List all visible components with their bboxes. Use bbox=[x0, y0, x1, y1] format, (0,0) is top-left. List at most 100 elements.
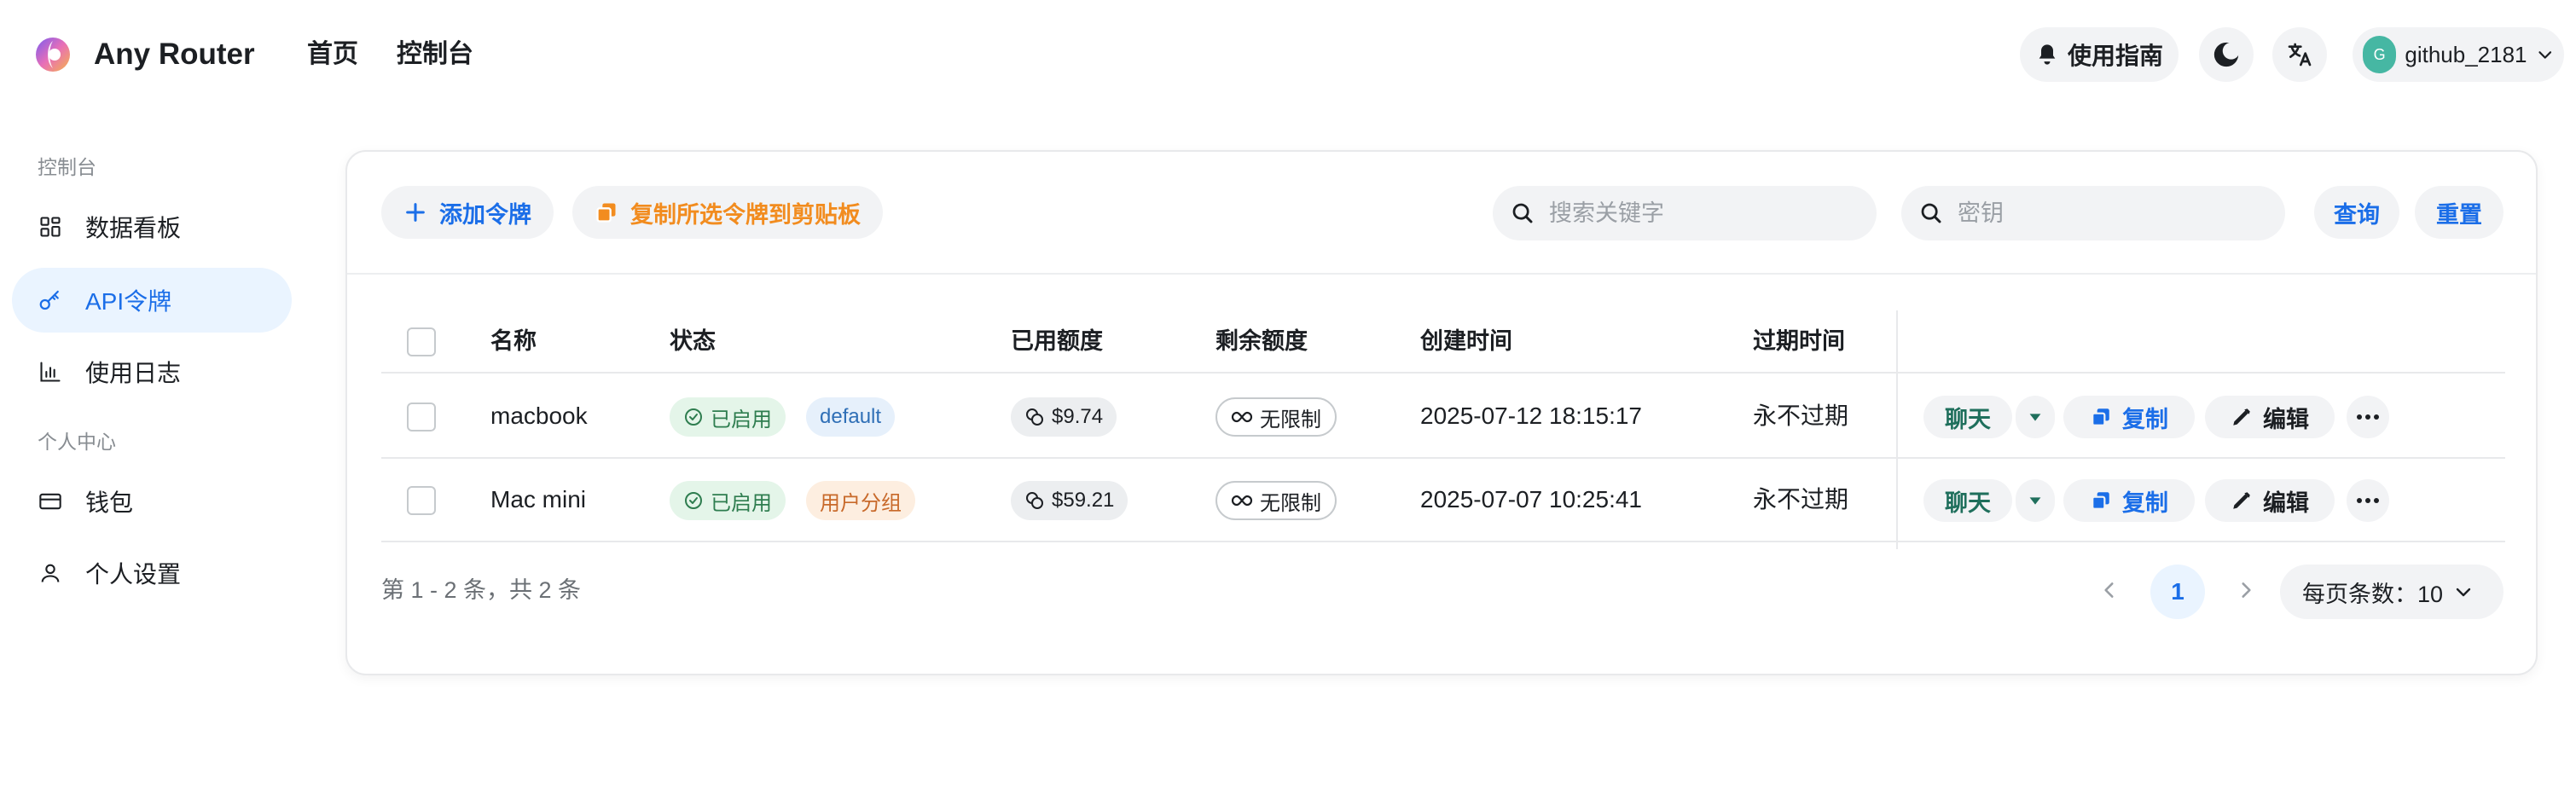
chat-button[interactable]: 聊天 bbox=[1923, 396, 2012, 438]
used-quota-badge: $9.74 bbox=[1011, 397, 1117, 437]
wallet-icon bbox=[38, 489, 63, 514]
chevron-left-icon bbox=[2104, 582, 2114, 598]
table-row: Mac mini 已启用 用户分组 $59.21 无限制 2025-07-07 … bbox=[381, 459, 2505, 542]
remaining-quota-badge: 无限制 bbox=[1215, 481, 1337, 520]
pagination-summary: 第 1 - 2 条，共 2 条 bbox=[381, 577, 582, 603]
copy-selected-label: 复制所选令牌到剪贴板 bbox=[630, 201, 861, 228]
copy-label: 复制 bbox=[2122, 489, 2168, 516]
sidebar-item-label: 钱包 bbox=[85, 489, 134, 516]
status-label: 已启用 bbox=[711, 408, 772, 431]
page-size-select[interactable]: 每页条数：10 bbox=[2280, 565, 2503, 619]
prev-page-button[interactable] bbox=[2092, 570, 2126, 611]
sidebar-item-api-tokens[interactable]: API令牌 bbox=[12, 268, 292, 333]
add-token-label: 添加令牌 bbox=[439, 201, 531, 228]
sidebar-item-settings[interactable]: 个人设置 bbox=[12, 541, 292, 605]
key-search-field[interactable] bbox=[1901, 186, 2285, 240]
key-search-input[interactable] bbox=[1958, 200, 2265, 227]
expire-time: 永不过期 bbox=[1753, 402, 1849, 429]
more-icon bbox=[2357, 414, 2379, 420]
keyword-search-input[interactable] bbox=[1549, 200, 1856, 227]
caret-down-icon bbox=[2029, 497, 2041, 505]
copy-icon bbox=[2092, 492, 2109, 510]
more-actions-button[interactable] bbox=[2347, 396, 2389, 438]
query-button[interactable]: 查询 bbox=[2314, 186, 2399, 239]
key-icon bbox=[38, 287, 63, 313]
group-badge: 用户分组 bbox=[806, 481, 915, 520]
page-number-button[interactable]: 1 bbox=[2150, 565, 2205, 619]
created-time: 2025-07-12 18:15:17 bbox=[1420, 402, 1642, 429]
app-title: Any Router bbox=[94, 38, 255, 71]
keyword-search-field[interactable] bbox=[1493, 186, 1877, 240]
sidebar-item-label: 个人设置 bbox=[85, 561, 182, 588]
chevron-down-icon bbox=[2456, 588, 2471, 597]
page-size-label: 每页条数：10 bbox=[2302, 581, 2444, 607]
translate-icon bbox=[2288, 43, 2312, 67]
used-quota-value: $9.74 bbox=[1052, 405, 1104, 428]
infinity-icon bbox=[1231, 411, 1253, 423]
next-page-button[interactable] bbox=[2229, 570, 2263, 611]
nav-home[interactable]: 首页 bbox=[307, 38, 358, 72]
more-icon bbox=[2357, 498, 2379, 503]
created-time: 2025-07-07 10:25:41 bbox=[1420, 486, 1642, 513]
edit-token-button[interactable]: 编辑 bbox=[2205, 396, 2335, 438]
moon-icon bbox=[2213, 42, 2240, 67]
copy-token-button[interactable]: 复制 bbox=[2063, 479, 2195, 522]
infinity-icon bbox=[1231, 495, 1253, 507]
language-button[interactable] bbox=[2272, 27, 2327, 82]
sidebar-item-label: 使用日志 bbox=[85, 360, 182, 386]
remaining-quota-value: 无限制 bbox=[1260, 408, 1321, 431]
column-header-status: 状态 bbox=[670, 328, 716, 354]
sidebar-item-dashboard[interactable]: 数据看板 bbox=[12, 194, 292, 259]
column-header-used: 已用额度 bbox=[1011, 328, 1103, 354]
search-icon bbox=[1921, 203, 1941, 223]
row-checkbox[interactable] bbox=[407, 486, 436, 515]
app-logo[interactable] bbox=[34, 36, 72, 73]
sidebar-item-wallet[interactable]: 钱包 bbox=[12, 469, 292, 534]
pencil-icon bbox=[2233, 492, 2250, 509]
sidebar-item-usage-logs[interactable]: 使用日志 bbox=[12, 339, 292, 404]
coins-icon bbox=[1026, 492, 1043, 509]
edit-token-button[interactable]: 编辑 bbox=[2205, 479, 2335, 522]
chat-dropdown-button[interactable] bbox=[2016, 396, 2055, 438]
user-icon bbox=[38, 560, 63, 586]
user-menu-button[interactable]: G github_2181 bbox=[2353, 27, 2564, 82]
sidebar-group-console: 控制台 bbox=[38, 156, 96, 178]
chevron-down-icon bbox=[2538, 51, 2551, 59]
select-all-checkbox[interactable] bbox=[407, 327, 436, 356]
copy-token-button[interactable]: 复制 bbox=[2063, 396, 2195, 438]
tokens-card: 添加令牌 复制所选令牌到剪贴板 查询 重置 名称 状态 已用额度 剩余额度 创建… bbox=[345, 150, 2538, 675]
sidebar: 控制台 数据看板 API令牌 使用日志 个人中心 钱包 个人设置 bbox=[0, 109, 316, 805]
more-actions-button[interactable] bbox=[2347, 479, 2389, 522]
username: github_2181 bbox=[2405, 41, 2527, 67]
top-header: Any Router 首页 控制台 使用指南 G github_2181 bbox=[0, 0, 2576, 109]
usage-guide-label: 使用指南 bbox=[2068, 43, 2164, 69]
column-header-remaining: 剩余额度 bbox=[1215, 328, 1308, 354]
column-header-name: 名称 bbox=[490, 328, 537, 354]
table-row: macbook 已启用 default $9.74 无限制 2025-07-12… bbox=[381, 375, 2505, 459]
check-circle-icon bbox=[685, 408, 702, 426]
copy-icon bbox=[2092, 408, 2109, 426]
copy-selected-tokens-button[interactable]: 复制所选令牌到剪贴板 bbox=[572, 186, 883, 239]
column-header-expires: 过期时间 bbox=[1753, 328, 1845, 354]
copy-label: 复制 bbox=[2122, 406, 2168, 432]
chat-dropdown-button[interactable] bbox=[2016, 479, 2055, 522]
nav-console[interactable]: 控制台 bbox=[397, 38, 473, 72]
table-header: 名称 状态 已用额度 剩余额度 创建时间 过期时间 bbox=[381, 310, 2505, 374]
status-label: 已启用 bbox=[711, 491, 772, 515]
pencil-icon bbox=[2233, 408, 2250, 426]
sidebar-group-personal: 个人中心 bbox=[38, 431, 116, 453]
add-token-button[interactable]: 添加令牌 bbox=[381, 186, 554, 239]
sidebar-item-label: 数据看板 bbox=[85, 215, 182, 241]
expire-time: 永不过期 bbox=[1753, 486, 1849, 513]
column-header-created: 创建时间 bbox=[1420, 328, 1512, 354]
usage-guide-button[interactable]: 使用指南 bbox=[2020, 27, 2179, 82]
group-badge: default bbox=[806, 397, 896, 437]
edit-label: 编辑 bbox=[2263, 406, 2309, 432]
edit-label: 编辑 bbox=[2263, 489, 2309, 516]
avatar: G bbox=[2363, 36, 2397, 73]
chat-button[interactable]: 聊天 bbox=[1923, 479, 2012, 522]
theme-toggle-button[interactable] bbox=[2199, 27, 2254, 82]
reset-button[interactable]: 重置 bbox=[2415, 186, 2503, 239]
row-checkbox[interactable] bbox=[407, 402, 436, 431]
used-quota-badge: $59.21 bbox=[1011, 481, 1128, 520]
